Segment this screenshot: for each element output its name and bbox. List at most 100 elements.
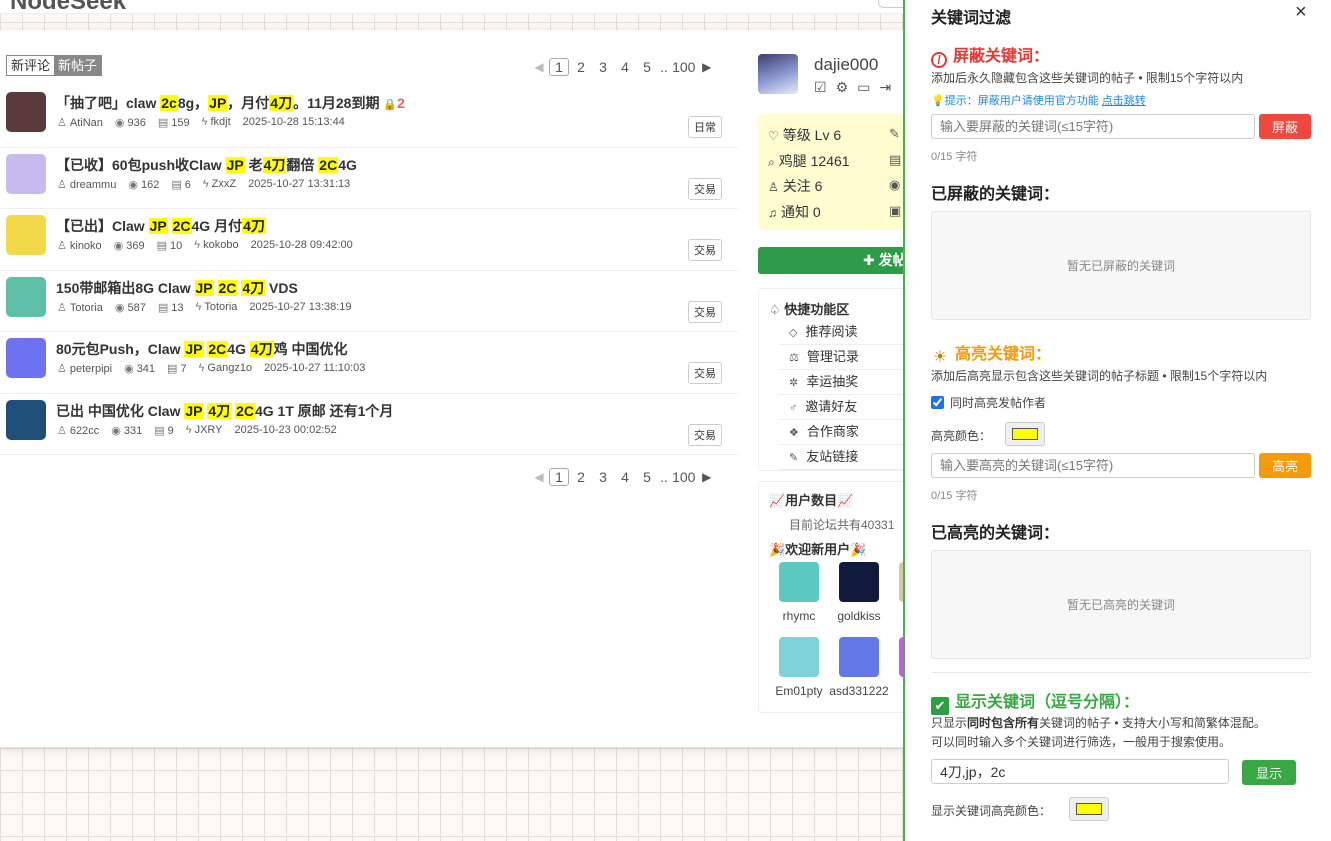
user-avatar[interactable] [758, 54, 798, 94]
post-title[interactable]: 「抽了吧」claw 2c8g，JP，月付4刀。11月28到期 🔒2 [56, 93, 405, 113]
page-1[interactable]: 1 [549, 468, 569, 486]
show-keyword-input[interactable] [931, 759, 1229, 784]
quick-item[interactable]: ◇ 推荐阅读 [779, 318, 909, 345]
user-stat[interactable]: ⌕ 鸡腿 12461 [768, 151, 850, 171]
author-avatar[interactable] [6, 153, 46, 194]
page-2[interactable]: 2 [570, 59, 592, 75]
post-row[interactable]: 80元包Push，Claw JP 2C4G 4刀鸡 中国优化 ♙ peterpipi… [0, 332, 738, 394]
new-post-button[interactable]: ✚ 发帖 [758, 247, 908, 274]
category-badge[interactable]: 日常 [688, 116, 722, 138]
highlight-button[interactable]: 高亮 [1259, 453, 1311, 478]
author-name[interactable]: 622cc [70, 425, 99, 437]
page-5[interactable]: 5 [636, 59, 658, 75]
post-row[interactable]: 已出 中国优化 Claw JP 4刀 2C4G 1T 原邮 还有1个月 ♙ 622c… [0, 394, 738, 455]
page-5[interactable]: 5 [636, 469, 658, 485]
new-user-avatar[interactable] [779, 637, 819, 677]
last-reply-user[interactable]: ZxxZ [212, 178, 236, 190]
post-row[interactable]: 「抽了吧」claw 2c8g，JP，月付4刀。11月28到期 🔒2 ♙ AtiNan… [0, 86, 738, 148]
stat-side-icon[interactable]: ◉ [889, 177, 900, 193]
last-reply-user[interactable]: Gangz1o [207, 362, 252, 374]
page-1[interactable]: 1 [549, 58, 569, 76]
user-stat[interactable]: ♫ 通知 0 [768, 202, 821, 222]
page-3[interactable]: 3 [592, 59, 614, 75]
show-color-picker[interactable] [1069, 797, 1109, 821]
tab-new-posts[interactable]: 新帖子 [54, 56, 102, 75]
user-stat[interactable]: ♡ 等级 Lv 6 [768, 125, 841, 145]
prev-page-arrow-icon[interactable]: ◀ [530, 470, 548, 484]
page-4[interactable]: 4 [614, 469, 636, 485]
category-badge[interactable]: 交易 [688, 300, 722, 323]
post-title[interactable]: 80元包Push，Claw JP 2C4G 4刀鸡 中国优化 [56, 339, 348, 359]
logout-icon[interactable]: ⇥ [879, 79, 891, 96]
last-reply-user[interactable]: Totoria [204, 301, 237, 313]
page-3[interactable]: 3 [592, 469, 614, 485]
gear-icon[interactable]: ⚙ [836, 79, 849, 96]
stat-side-icon[interactable]: ✎ [889, 126, 900, 142]
new-user-name[interactable]: asd331222 [829, 684, 889, 698]
new-user[interactable]: rhymc [769, 562, 829, 623]
tab-new-comments[interactable]: 新评论 [7, 56, 54, 75]
next-page-arrow-icon[interactable]: ▶ [698, 60, 716, 74]
close-icon[interactable]: × [1295, 1, 1307, 24]
block-keyword-input[interactable] [931, 114, 1255, 139]
post-title[interactable]: 【已收】60包push收Claw JP 老4刀翻倍 2C4G [56, 155, 357, 175]
new-user[interactable]: Em01pty [769, 637, 829, 698]
category-badge[interactable]: 交易 [688, 177, 722, 200]
author-avatar[interactable] [6, 338, 46, 378]
category-badge[interactable]: 交易 [688, 362, 722, 384]
post-row[interactable]: 【已出】Claw JP 2C4G 月付4刀 ♙ kinoko ◉ 369 ▤ 10 ϟ koko… [0, 209, 738, 271]
new-user-avatar[interactable] [839, 562, 879, 602]
post-title[interactable]: 【已出】Claw JP 2C4G 月付4刀 [56, 216, 266, 236]
next-page-arrow-icon[interactable]: ▶ [698, 470, 716, 484]
author-avatar[interactable] [6, 215, 46, 255]
quick-item[interactable]: ⚖ 管理记录 [779, 343, 909, 370]
new-user-avatar[interactable] [779, 562, 819, 602]
page-last[interactable]: 100 [670, 469, 698, 485]
post-title[interactable]: 已出 中国优化 Claw JP 4刀 2C4G 1T 原邮 还有1个月 [56, 401, 393, 421]
author-name[interactable]: peterpipi [70, 363, 112, 375]
vr-icon[interactable]: ▭ [857, 79, 870, 96]
tip-link[interactable]: 点击跳转 [1102, 95, 1146, 107]
page-4[interactable]: 4 [614, 59, 636, 75]
site-logo[interactable]: NodeSeek [10, 0, 126, 13]
stat-side-icon[interactable]: ▤ [889, 152, 901, 168]
show-button[interactable]: 显示 [1242, 760, 1296, 785]
quick-item[interactable]: ✎ 友站链接 [779, 443, 909, 470]
highlight-color-picker[interactable] [1005, 422, 1045, 446]
quick-item[interactable]: ✲ 幸运抽奖 [779, 368, 909, 395]
author-name[interactable]: AtiNan [70, 117, 103, 129]
new-user-name[interactable]: goldkiss [829, 609, 889, 623]
quick-item[interactable]: ❖ 合作商家 [779, 418, 909, 445]
user-stat[interactable]: ♙ 关注 6 [768, 176, 822, 196]
author-avatar[interactable] [6, 399, 46, 440]
username[interactable]: dajie000 [814, 55, 878, 75]
last-reply-user[interactable]: JXRY [195, 424, 223, 436]
category-badge[interactable]: 交易 [688, 423, 722, 446]
new-user-avatar[interactable] [839, 637, 879, 677]
new-user-name[interactable]: Em01pty [769, 684, 829, 698]
highlight-keyword-input[interactable] [931, 453, 1255, 478]
last-reply-user[interactable]: fkdjt [210, 116, 230, 128]
new-user[interactable]: goldkiss [829, 562, 889, 623]
highlight-author-checkbox[interactable] [931, 396, 944, 409]
page-last[interactable]: 100 [670, 59, 698, 75]
author-avatar[interactable] [6, 92, 46, 132]
post-title[interactable]: 150带邮箱出8G Claw JP 2C 4刀 VDS [56, 278, 298, 298]
new-user-name[interactable]: rhymc [769, 609, 829, 623]
post-row[interactable]: 【已收】60包push收Claw JP 老4刀翻倍 2C4G ♙ dreammu ◉ 1… [0, 148, 738, 209]
post-row[interactable]: 150带邮箱出8G Claw JP 2C 4刀 VDS ♙ Totoria ◉ 587 ▤… [0, 271, 738, 332]
category-badge[interactable]: 交易 [688, 239, 722, 261]
page-2[interactable]: 2 [570, 469, 592, 485]
top-right-button[interactable] [878, 0, 905, 8]
author-avatar[interactable] [6, 276, 46, 317]
last-reply-user[interactable]: kokobo [203, 239, 238, 251]
prev-page-arrow-icon[interactable]: ◀ [530, 60, 548, 74]
calendar-icon[interactable]: ☑ [814, 79, 827, 96]
author-name[interactable]: Totoria [70, 302, 103, 314]
author-name[interactable]: dreammu [70, 179, 116, 191]
block-button[interactable]: 屏蔽 [1259, 114, 1311, 139]
author-name[interactable]: kinoko [70, 240, 102, 252]
stat-side-icon[interactable]: ▣ [889, 203, 901, 219]
quick-item[interactable]: ♂ 邀请好友 [779, 393, 909, 420]
new-user[interactable]: asd331222 [829, 637, 889, 698]
